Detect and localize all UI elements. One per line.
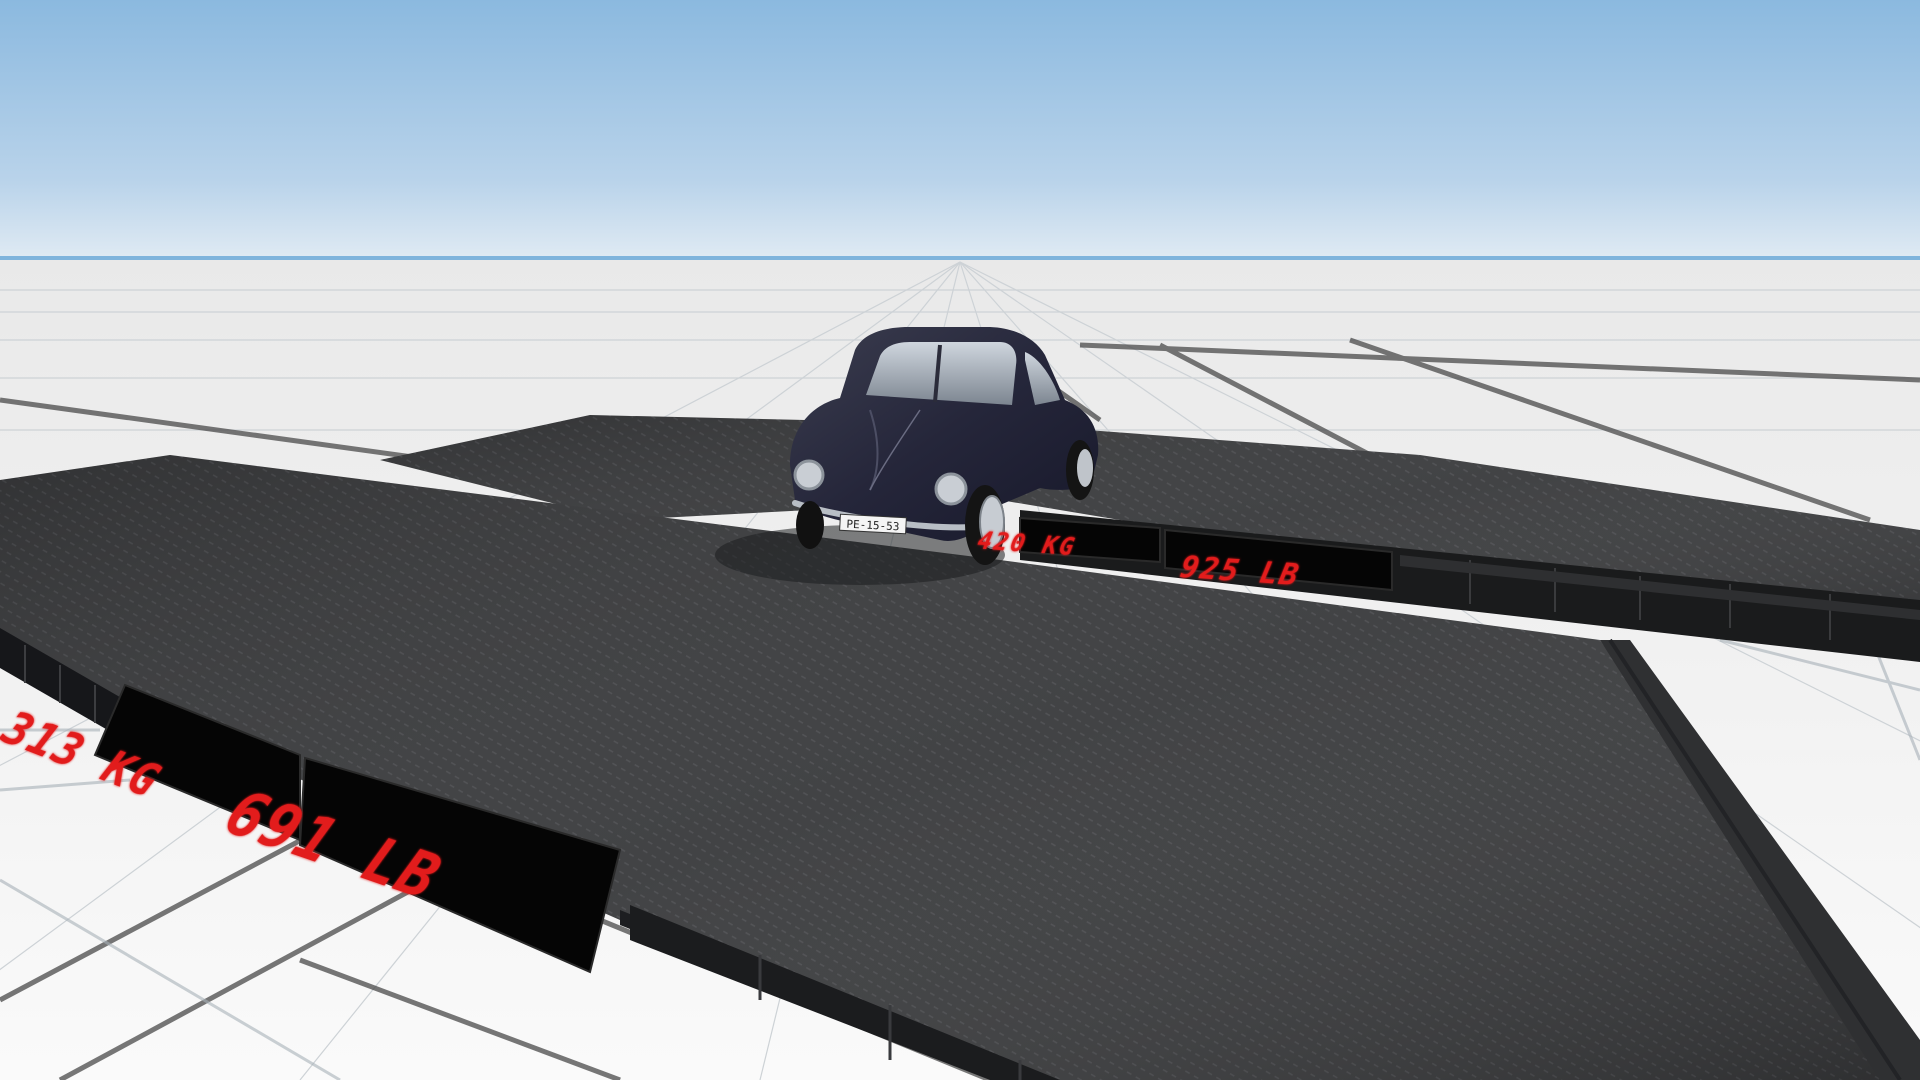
- license-plate-text: PE-15-53: [846, 518, 900, 534]
- sky: [0, 0, 1920, 258]
- horizon-line: [0, 256, 1920, 260]
- game-viewport[interactable]: PE-15-53 420 KG 925 LB 313 KG 691 LB: [0, 0, 1920, 1080]
